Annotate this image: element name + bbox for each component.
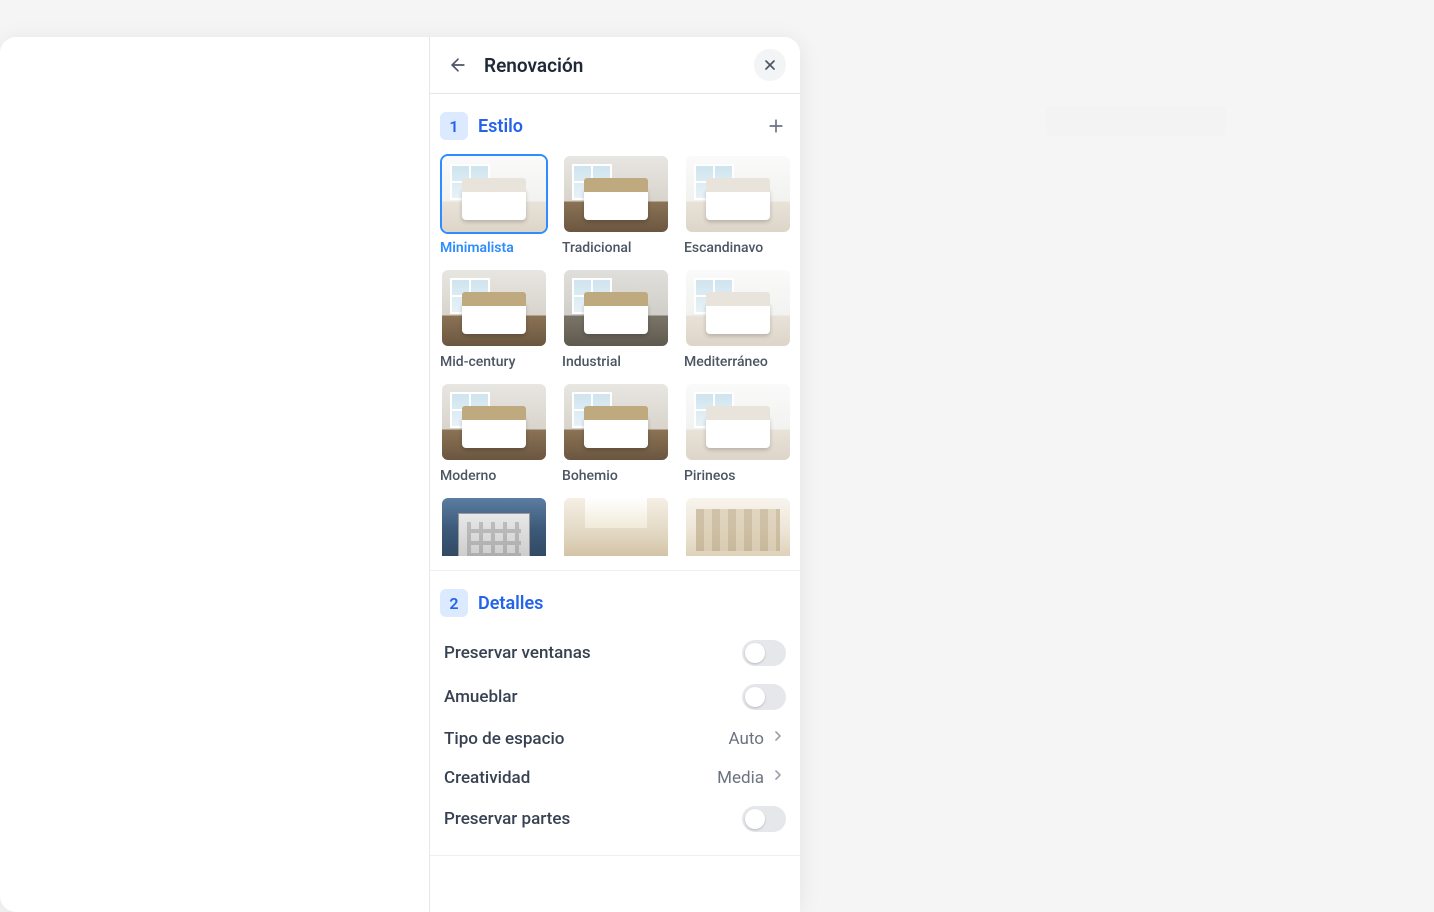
style-option-mid-century[interactable]: Mid-century [440, 268, 548, 370]
section-details-title: Detalles [478, 593, 790, 614]
style-label: Tradicional [562, 240, 670, 256]
detail-label: Preservar partes [444, 809, 570, 829]
detail-label: Preservar ventanas [444, 643, 591, 663]
style-label: Mediterráneo [684, 354, 790, 370]
arrow-left-icon [448, 55, 468, 75]
close-button[interactable] [754, 49, 786, 81]
style-label: Moderno [440, 468, 548, 484]
style-thumbnail [440, 154, 548, 234]
detail-row-preservar-ventanas: Preservar ventanas [440, 631, 790, 675]
style-thumbnail [684, 154, 790, 234]
style-thumbnail [684, 496, 790, 556]
sidebar-placeholder [1046, 106, 1226, 136]
select-value: Media [717, 767, 786, 788]
style-option-tradicional[interactable]: Tradicional [562, 154, 670, 256]
style-thumbnail [440, 268, 548, 348]
step-badge-2: 2 [440, 589, 468, 617]
select-value: Auto [729, 728, 786, 749]
style-option-item-10[interactable] [562, 496, 670, 556]
section-details-header: 2 Detalles [440, 583, 790, 631]
plus-icon [766, 116, 786, 136]
toggle-amueblar[interactable] [742, 684, 786, 710]
panel-header: Renovación [430, 37, 800, 94]
back-button[interactable] [444, 51, 472, 79]
style-thumbnail [562, 496, 670, 556]
close-icon [762, 57, 778, 73]
style-label: Mid-century [440, 354, 548, 370]
style-label: Bohemio [562, 468, 670, 484]
details-rows: Preservar ventanas Amueblar Tipo de espaci… [440, 631, 790, 841]
style-label: Minimalista [440, 240, 548, 256]
style-option-item-11[interactable] [684, 496, 790, 556]
panel-title: Renovación [484, 54, 742, 77]
style-option-moderno[interactable]: Moderno [440, 382, 548, 484]
style-thumbnail [562, 268, 670, 348]
style-thumbnail [440, 496, 548, 556]
detail-row-amueblar: Amueblar [440, 675, 790, 719]
select-value-text: Media [717, 768, 764, 788]
style-thumbnail [684, 382, 790, 462]
style-option-industrial[interactable]: Industrial [562, 268, 670, 370]
detail-label: Tipo de espacio [444, 729, 564, 749]
select-row-creatividad[interactable]: Creatividad Media [440, 758, 790, 797]
step-badge-1: 1 [440, 112, 468, 140]
style-grid: Minimalista Tradicional Escandinavo Mid-cen… [440, 154, 790, 556]
style-thumbnail [684, 268, 790, 348]
style-option-minimalista[interactable]: Minimalista [440, 154, 548, 256]
section-style-title: Estilo [478, 116, 752, 137]
panel-body: 1 Estilo Minimalista Tradicional Escandina… [430, 94, 800, 912]
style-thumbnail [440, 382, 548, 462]
style-label: Escandinavo [684, 240, 790, 256]
style-label: Industrial [562, 354, 670, 370]
style-label: Pirineos [684, 468, 790, 484]
style-thumbnail [562, 382, 670, 462]
detail-row-preservar-partes: Preservar partes [440, 797, 790, 841]
section-style-header: 1 Estilo [440, 106, 790, 154]
style-option-escandinavo[interactable]: Escandinavo [684, 154, 790, 256]
style-option-bohemio[interactable]: Bohemio [562, 382, 670, 484]
select-value-text: Auto [729, 729, 764, 749]
style-thumbnail [562, 154, 670, 234]
toggle-preservar-partes[interactable] [742, 806, 786, 832]
style-option-item-9[interactable] [440, 496, 548, 556]
style-option-pirineos[interactable]: Pirineos [684, 382, 790, 484]
select-row-tipo-de-espacio[interactable]: Tipo de espacio Auto [440, 719, 790, 758]
chevron-right-icon [770, 728, 786, 749]
detail-label: Creatividad [444, 768, 530, 788]
chevron-right-icon [770, 767, 786, 788]
toggle-preservar-ventanas[interactable] [742, 640, 786, 666]
section-details: 2 Detalles Preservar ventanas Amueblar Tip… [430, 571, 800, 856]
section-style: 1 Estilo Minimalista Tradicional Escandina… [430, 94, 800, 571]
renovation-panel: Renovación 1 Estilo Minimalista Tradicion… [429, 37, 800, 912]
detail-label: Amueblar [444, 687, 518, 707]
style-option-mediterráneo[interactable]: Mediterráneo [684, 268, 790, 370]
add-style-button[interactable] [762, 112, 790, 140]
